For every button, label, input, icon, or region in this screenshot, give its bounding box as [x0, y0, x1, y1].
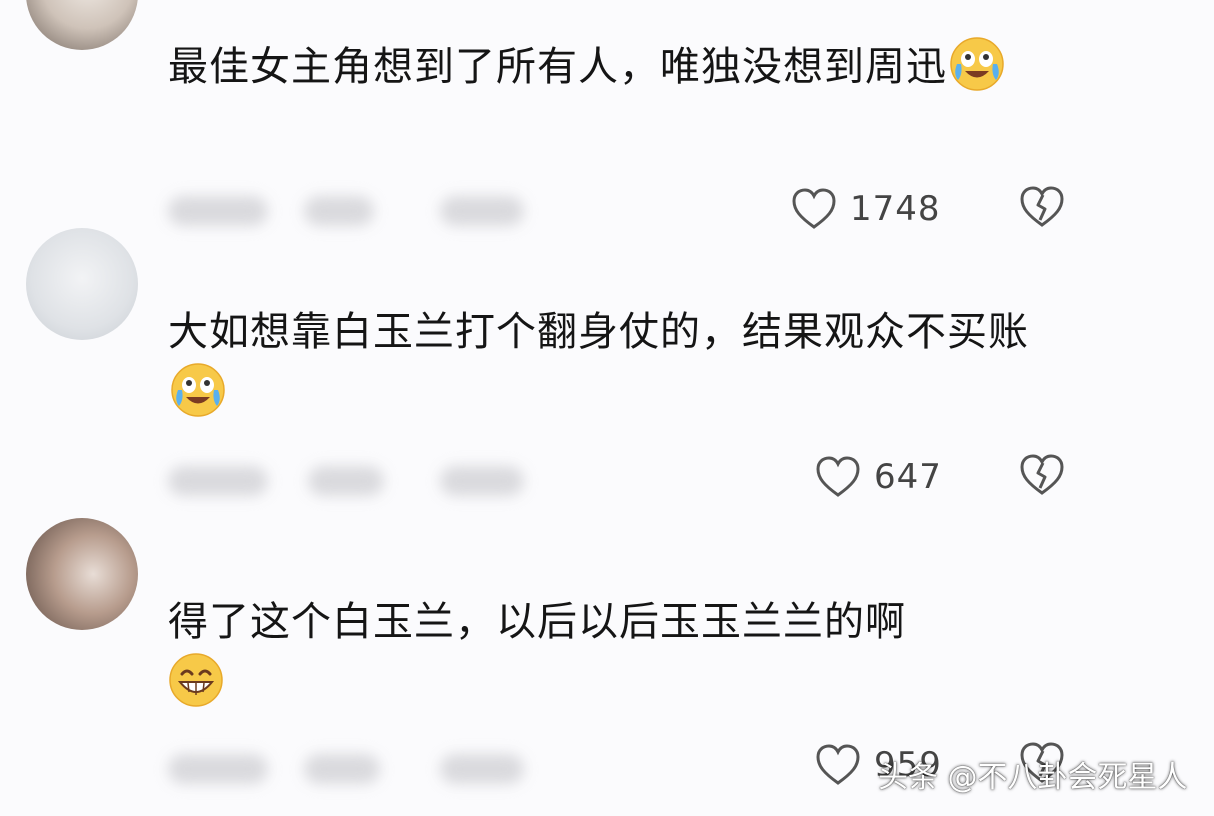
comment-body: 得了这个白玉兰，以后以后玉玉兰兰的啊	[168, 599, 906, 645]
laugh-cry-emoji	[171, 363, 225, 417]
blurred-timestamp	[168, 196, 268, 226]
like-button[interactable]: 647	[814, 452, 942, 502]
comment-text: 大如想靠白玉兰打个翻身仗的，结果观众不买账	[168, 302, 1048, 423]
broken-heart-icon[interactable]	[1018, 452, 1066, 498]
avatar[interactable]	[26, 228, 138, 340]
comment-body: 最佳女主角想到了所有人，唯独没想到周迅	[168, 44, 947, 90]
watermark: 头条 @不八卦会死星人	[878, 760, 1188, 795]
blurred-location	[304, 196, 374, 226]
comment-text: 得了这个白玉兰，以后以后玉玉兰兰的啊	[168, 592, 1048, 713]
broken-heart-icon[interactable]	[1018, 184, 1066, 230]
like-button[interactable]: 1748	[790, 184, 941, 234]
blurred-location	[304, 754, 380, 784]
heart-outline-icon	[792, 188, 836, 229]
grin-emoji	[169, 653, 223, 707]
comment-meta	[168, 186, 548, 232]
heart-outline-icon	[816, 456, 860, 497]
blurred-reply[interactable]	[440, 466, 524, 496]
blurred-reply[interactable]	[440, 754, 524, 784]
blurred-timestamp	[168, 754, 268, 784]
avatar[interactable]	[26, 518, 138, 630]
blurred-timestamp	[168, 466, 268, 496]
heart-outline-icon	[816, 744, 860, 785]
comment-meta	[168, 456, 548, 502]
comment-body: 大如想靠白玉兰打个翻身仗的，结果观众不买账	[168, 309, 1029, 355]
comment-text: 最佳女主角想到了所有人，唯独没想到周迅	[168, 36, 1048, 97]
like-count: 1748	[850, 189, 941, 229]
laugh-cry-emoji	[950, 37, 1004, 91]
blurred-location	[308, 466, 384, 496]
like-count: 647	[874, 457, 942, 497]
avatar[interactable]	[26, 0, 138, 50]
comment-meta	[168, 744, 548, 790]
blurred-reply[interactable]	[440, 196, 524, 226]
